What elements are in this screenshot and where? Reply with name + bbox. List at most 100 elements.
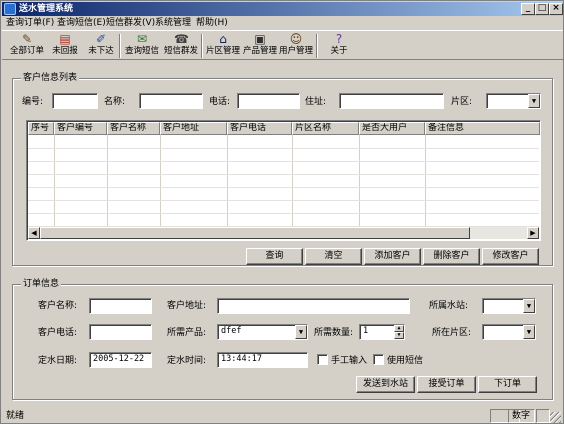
product-icon: ▣ xyxy=(254,32,266,46)
toolbar-area-admin-button[interactable]: ⌂ 片区管理 xyxy=(204,32,242,59)
pencil-icon: ✎ xyxy=(21,32,33,46)
scroll-right-icon[interactable]: ▶ xyxy=(527,227,539,239)
filter-id-label: 编号: xyxy=(22,97,44,107)
horizontal-scrollbar[interactable]: ◀ ▶ xyxy=(28,227,539,239)
filter-address-input[interactable] xyxy=(339,93,444,109)
quantity-label: 所需数量: xyxy=(314,328,354,338)
spin-up-icon[interactable]: ▲ xyxy=(394,325,404,332)
toolbar-separator xyxy=(119,34,121,58)
filter-phone-label: 电话: xyxy=(209,97,231,107)
customer-table[interactable]: 序号 客户编号 客户名称 客户地址 客户电话 片区名称 是否大用户 备注信息 ◀… xyxy=(26,120,541,241)
toolbar-query-sms-button[interactable]: ✉ 查询短信 xyxy=(123,32,161,59)
area-combo[interactable]: ▼ xyxy=(482,324,536,340)
customer-address-label: 客户地址: xyxy=(167,301,207,311)
status-bar: 就绪 数字 xyxy=(2,407,563,424)
menu-query-orders[interactable]: 查询订单(F) xyxy=(6,17,54,29)
app-icon xyxy=(4,3,16,15)
menu-sms-broadcast[interactable]: 短信群发(V) xyxy=(106,17,155,29)
scrollbar-thumb[interactable] xyxy=(40,227,470,239)
query-button[interactable]: 查询 xyxy=(246,248,303,265)
minimize-button[interactable]: _ xyxy=(521,3,535,15)
product-value: dfef xyxy=(221,326,242,336)
manual-input-checkbox[interactable] xyxy=(317,354,328,365)
column-header[interactable]: 客户名称 xyxy=(107,122,160,135)
product-combo[interactable]: dfef ▼ xyxy=(217,324,308,340)
maximize-button[interactable]: □ xyxy=(535,3,549,15)
column-header[interactable]: 客户电话 xyxy=(227,122,292,135)
column-header[interactable]: 客户编号 xyxy=(54,122,107,135)
menu-query-sms[interactable]: 查询短信(E) xyxy=(57,17,106,29)
toolbar-not-issued-button[interactable]: ✐ 未下达 xyxy=(82,32,120,59)
column-header[interactable]: 客户地址 xyxy=(160,122,227,135)
toolbar-all-orders-button[interactable]: ✎ 全部订单 xyxy=(8,32,46,59)
customer-name-input[interactable] xyxy=(89,298,152,314)
filter-address-label: 住址: xyxy=(305,97,327,107)
add-customer-button[interactable]: 添加客户 xyxy=(364,248,421,265)
column-header[interactable]: 是否大用户 xyxy=(359,122,425,135)
toolbar-sms-broadcast-button[interactable]: ☎ 短信群发 xyxy=(162,32,200,59)
toolbar-separator xyxy=(201,34,203,58)
toolbar-separator xyxy=(316,34,318,58)
date-input[interactable]: 2005-12-22 xyxy=(89,352,152,368)
edit-customer-button[interactable]: 修改客户 xyxy=(482,248,539,265)
toolbar: ✎ 全部订单 ▤ 未回报 ✐ 未下达 ✉ 查询短信 ☎ 短信群发 ⌂ 片区管理 … xyxy=(2,30,563,60)
customer-phone-label: 客户电话: xyxy=(38,328,78,338)
customer-table-header: 序号 客户编号 客户名称 客户地址 客户电话 片区名称 是否大用户 备注信息 xyxy=(28,122,540,135)
toolbar-about-button[interactable]: ? 关于 xyxy=(320,32,358,59)
filter-phone-input[interactable] xyxy=(237,93,300,109)
envelope-icon: ✉ xyxy=(136,32,148,46)
chevron-down-icon[interactable]: ▼ xyxy=(528,94,540,108)
toolbar-product-admin-button[interactable]: ▣ 产品管理 xyxy=(241,32,279,59)
date-label: 定水日期: xyxy=(38,356,78,366)
customer-info-title: 客户信息列表 xyxy=(21,72,80,84)
clear-button[interactable]: 清空 xyxy=(305,248,362,265)
filter-area-combo[interactable]: ▼ xyxy=(486,93,541,109)
toolbar-user-admin-button[interactable]: ☺ 用户管理 xyxy=(277,32,315,59)
app-window: 送水管理系统 _ □ × 查询订单(F) 查询短信(E) 短信群发(V) 系统管… xyxy=(0,0,564,424)
filter-id-input[interactable] xyxy=(52,93,98,109)
time-input[interactable]: 13:44:17 xyxy=(217,352,308,368)
title-bar[interactable]: 送水管理系统 _ □ × xyxy=(2,2,563,16)
use-sms-checkbox[interactable] xyxy=(373,354,384,365)
status-numlock: 数字 xyxy=(508,409,535,423)
notebook-icon: ✐ xyxy=(95,32,107,46)
product-label: 所需产品: xyxy=(167,328,207,338)
manual-input-label: 手工输入 xyxy=(331,356,368,366)
column-header[interactable]: 备注信息 xyxy=(425,122,540,135)
menu-bar: 查询订单(F) 查询短信(E) 短信群发(V) 系统管理 帮助(H) xyxy=(2,16,563,30)
customer-phone-input[interactable] xyxy=(89,324,152,340)
chevron-down-icon[interactable]: ▼ xyxy=(523,299,535,313)
delete-customer-button[interactable]: 删除客户 xyxy=(423,248,480,265)
quantity-stepper[interactable]: 1 ▲ ▼ xyxy=(359,324,405,340)
menu-help[interactable]: 帮助(H) xyxy=(196,17,228,29)
resize-grip-icon[interactable] xyxy=(550,412,561,423)
scroll-left-icon[interactable]: ◀ xyxy=(28,227,40,239)
status-text: 就绪 xyxy=(6,411,25,421)
station-combo[interactable]: ▼ xyxy=(482,298,536,314)
customer-name-label: 客户名称: xyxy=(38,301,78,311)
customer-table-body xyxy=(28,135,539,227)
area-label: 所在片区: xyxy=(432,328,472,338)
toolbar-unreported-button[interactable]: ▤ 未回报 xyxy=(46,32,84,59)
help-icon: ? xyxy=(335,32,343,46)
close-button[interactable]: × xyxy=(549,3,563,15)
filter-name-label: 名称: xyxy=(104,97,126,107)
chevron-down-icon[interactable]: ▼ xyxy=(295,325,307,339)
time-label: 定水时间: xyxy=(167,356,207,366)
accept-order-button[interactable]: 接受订单 xyxy=(417,376,476,393)
send-to-station-button[interactable]: 发送到水站 xyxy=(356,376,415,393)
house-icon: ⌂ xyxy=(219,32,227,46)
filter-name-input[interactable] xyxy=(139,93,203,109)
column-header[interactable]: 片区名称 xyxy=(292,122,359,135)
window-title: 送水管理系统 xyxy=(19,4,74,14)
filter-area-label: 片区: xyxy=(451,97,473,107)
menu-system-admin[interactable]: 系统管理 xyxy=(155,17,191,29)
customer-address-input[interactable] xyxy=(217,298,410,314)
chevron-down-icon[interactable]: ▼ xyxy=(523,325,535,339)
column-header[interactable]: 序号 xyxy=(28,122,54,135)
spin-buttons[interactable]: ▲ ▼ xyxy=(394,325,404,339)
spin-down-icon[interactable]: ▼ xyxy=(394,332,404,339)
place-order-button[interactable]: 下订单 xyxy=(478,376,537,393)
document-icon: ▤ xyxy=(59,32,71,46)
mobile-icon: ☎ xyxy=(174,32,189,46)
